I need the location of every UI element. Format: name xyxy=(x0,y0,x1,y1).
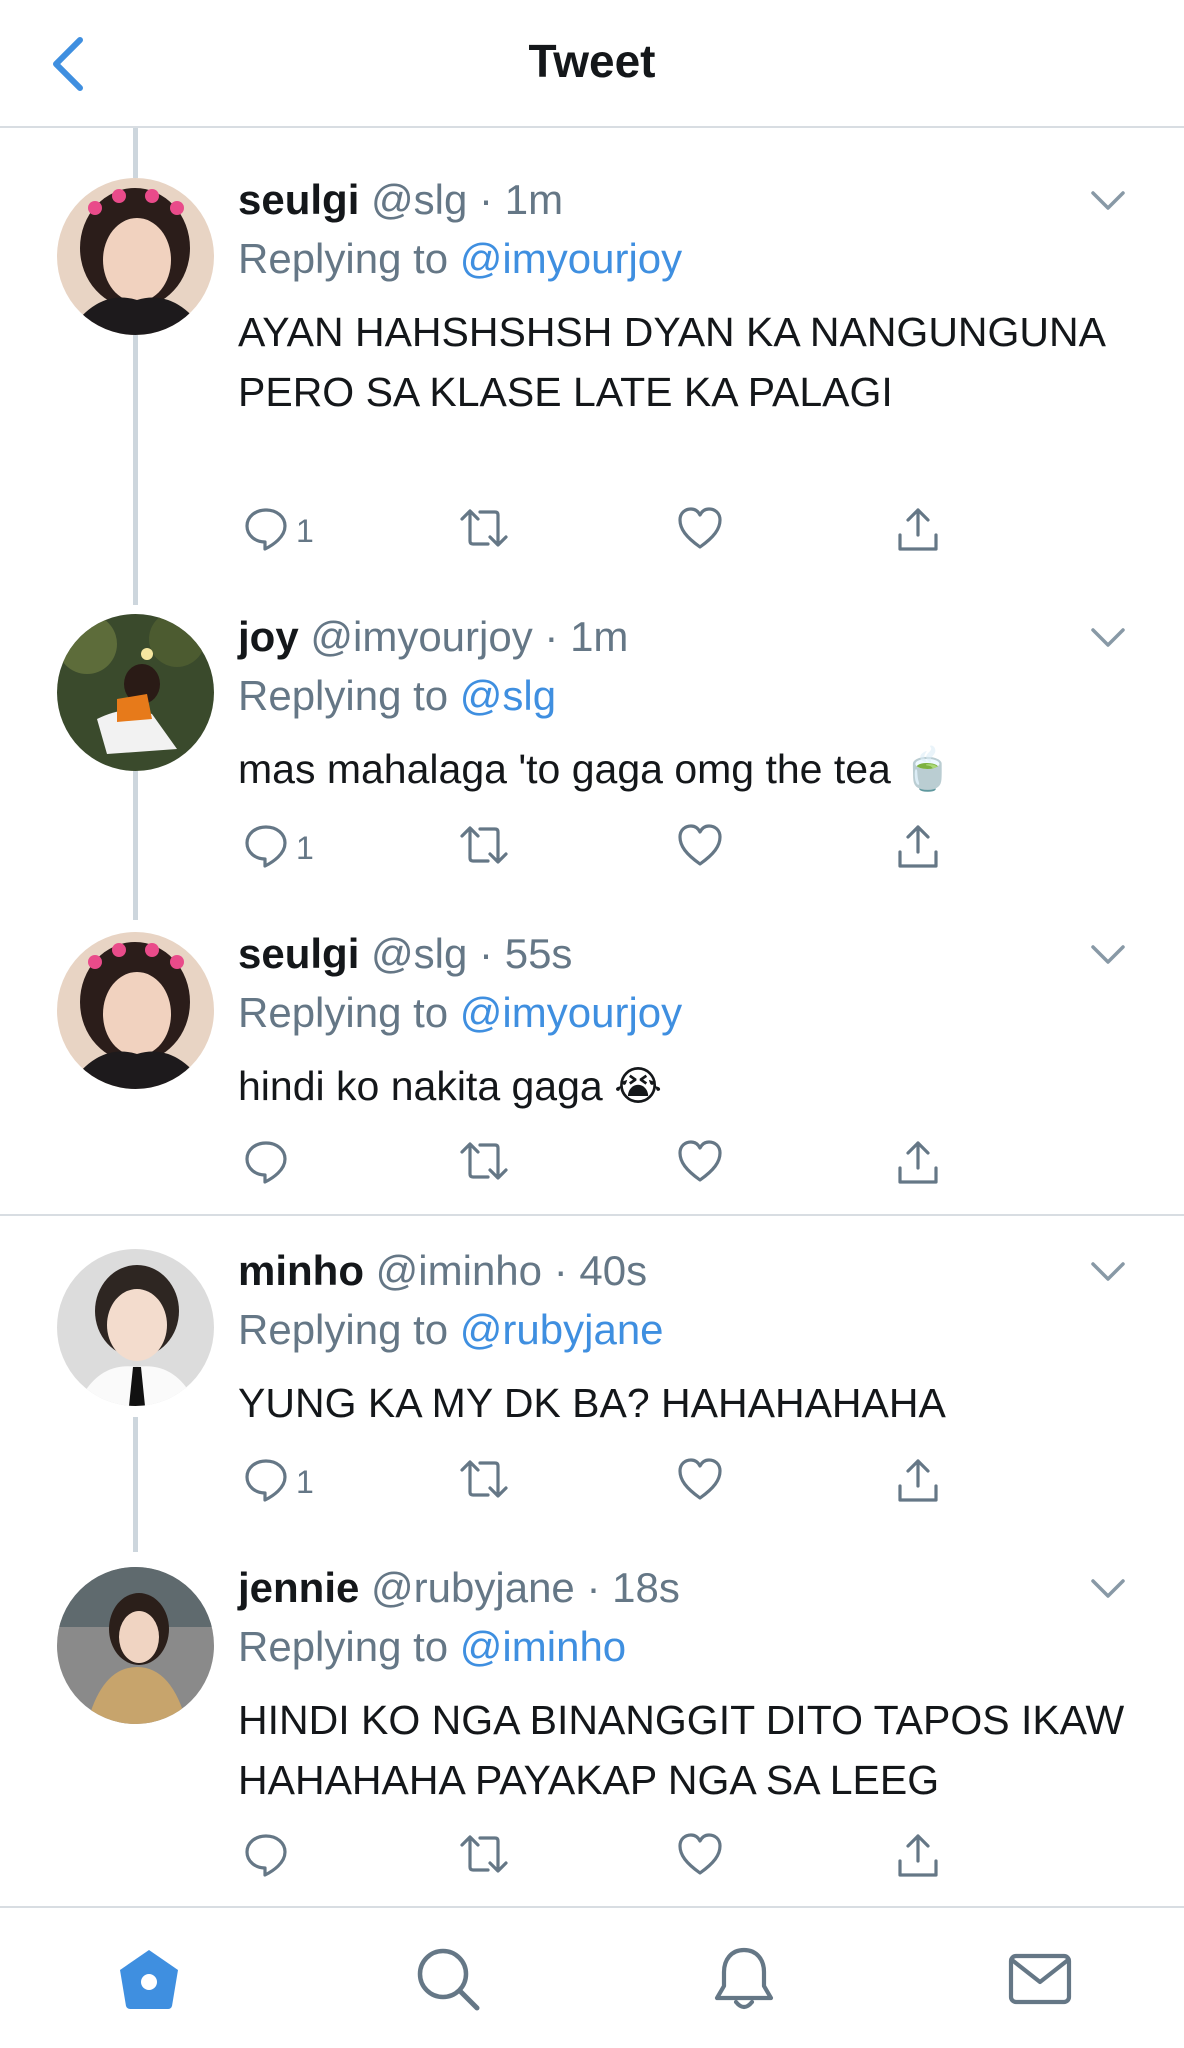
separator: · xyxy=(544,613,559,660)
chevron-down-icon[interactable] xyxy=(1090,1578,1126,1600)
tweet-header: seulgi @slg · 55s xyxy=(238,929,572,979)
thread-divider xyxy=(0,1214,1184,1216)
replying-to-line: Replying to @imyourjoy xyxy=(238,234,682,284)
tweet-header: joy @imyourjoy · 1m xyxy=(238,612,628,662)
tweet-text: HINDI KO NGA BINANGGIT DITO TAPOS IKAW H… xyxy=(238,1697,1125,1803)
retweet-icon[interactable] xyxy=(456,1456,512,1506)
heart-icon[interactable] xyxy=(676,822,724,872)
reply-count: 1 xyxy=(296,830,314,866)
heart-icon[interactable] xyxy=(676,1831,724,1881)
bottom-tab-bar xyxy=(0,1906,1184,2048)
retweet-icon[interactable] xyxy=(456,1138,512,1188)
page-title: Tweet xyxy=(528,35,656,87)
mention-link[interactable]: @iminho xyxy=(460,1623,626,1670)
chevron-down-icon[interactable] xyxy=(1090,627,1126,649)
avatar[interactable] xyxy=(57,178,214,335)
display-name[interactable]: jennie xyxy=(238,1564,359,1611)
heart-icon[interactable] xyxy=(676,1456,724,1506)
avatar[interactable] xyxy=(57,932,214,1089)
chevron-down-icon[interactable] xyxy=(1090,1261,1126,1283)
share-icon[interactable] xyxy=(894,505,942,555)
top-bar: Tweet xyxy=(0,0,1184,128)
avatar[interactable] xyxy=(57,1567,214,1724)
tweet-text: mas mahalaga 'to gaga omg the tea 🍵 xyxy=(238,746,954,792)
display-name[interactable]: joy xyxy=(238,613,299,660)
tweet-header: jennie @rubyjane · 18s xyxy=(238,1563,680,1613)
retweet-icon[interactable] xyxy=(456,822,512,872)
search-icon[interactable] xyxy=(413,1944,483,2014)
share-icon[interactable] xyxy=(894,1456,942,1506)
heart-icon[interactable] xyxy=(676,505,724,555)
reply-icon[interactable] xyxy=(243,1831,289,1881)
replying-to-line: Replying to @iminho xyxy=(238,1622,626,1672)
tweet-header: minho @iminho · 40s xyxy=(238,1246,647,1296)
avatar[interactable] xyxy=(57,1249,214,1406)
share-icon[interactable] xyxy=(894,1138,942,1188)
mention-link[interactable]: @rubyjane xyxy=(460,1306,664,1353)
display-name[interactable]: seulgi xyxy=(238,930,359,977)
mention-link[interactable]: @imyourjoy xyxy=(460,235,682,282)
user-handle[interactable]: @slg xyxy=(371,176,467,223)
thread-line xyxy=(133,335,138,605)
reply-icon[interactable] xyxy=(243,1456,289,1506)
tweet-actions: 1 xyxy=(238,1456,998,1506)
retweet-icon[interactable] xyxy=(456,505,512,555)
separator: · xyxy=(479,176,494,223)
reply-count: 1 xyxy=(296,1464,314,1500)
replying-label: Replying to xyxy=(238,989,449,1036)
mention-link[interactable]: @imyourjoy xyxy=(460,989,682,1036)
timestamp: 1m xyxy=(570,613,629,660)
tweet-header: seulgi @slg · 1m xyxy=(238,175,563,225)
timestamp: 40s xyxy=(579,1247,648,1294)
tweet-actions xyxy=(238,1831,998,1881)
replying-to-line: Replying to @imyourjoy xyxy=(238,988,682,1038)
thread-line xyxy=(133,128,138,178)
mention-link[interactable]: @slg xyxy=(460,672,556,719)
thread-line xyxy=(133,1417,138,1552)
user-handle[interactable]: @iminho xyxy=(376,1247,542,1294)
replying-to-line: Replying to @slg xyxy=(238,671,556,721)
tweet-text: AYAN HAHSHSHSH DYAN KA NANGUNGUNA PERO S… xyxy=(238,309,1104,415)
timestamp: 55s xyxy=(504,930,573,977)
heart-icon[interactable] xyxy=(676,1138,724,1188)
separator: · xyxy=(553,1247,568,1294)
replying-label: Replying to xyxy=(238,1623,449,1670)
reply-icon[interactable] xyxy=(243,822,289,872)
tweet-actions: 1 xyxy=(238,822,998,872)
tweet-actions xyxy=(238,1138,998,1188)
user-handle[interactable]: @slg xyxy=(371,930,467,977)
display-name[interactable]: minho xyxy=(238,1247,364,1294)
reply-count: 1 xyxy=(296,513,314,549)
user-handle[interactable]: @imyourjoy xyxy=(310,613,532,660)
chevron-down-icon[interactable] xyxy=(1090,944,1126,966)
replying-label: Replying to xyxy=(238,1306,449,1353)
user-handle[interactable]: @rubyjane xyxy=(371,1564,575,1611)
replying-to-line: Replying to @rubyjane xyxy=(238,1305,664,1355)
replying-label: Replying to xyxy=(238,672,449,719)
separator: · xyxy=(586,1564,601,1611)
tweet-actions: 1 xyxy=(238,505,998,555)
timestamp: 18s xyxy=(612,1564,680,1611)
avatar[interactable] xyxy=(57,614,214,771)
replying-label: Replying to xyxy=(238,235,449,282)
tweet-thread-screen: Tweet seulgi @slg · 1m Replying to @imyo… xyxy=(0,0,1184,2048)
separator: · xyxy=(479,930,494,977)
home-icon[interactable] xyxy=(114,1944,184,2014)
thread-line xyxy=(133,770,138,920)
chevron-down-icon[interactable] xyxy=(1090,190,1126,212)
share-icon[interactable] xyxy=(894,822,942,872)
display-name[interactable]: seulgi xyxy=(238,176,359,223)
mail-icon[interactable] xyxy=(1005,1944,1075,2014)
bell-icon[interactable] xyxy=(709,1944,779,2014)
timestamp: 1m xyxy=(504,176,564,223)
reply-icon[interactable] xyxy=(243,1138,289,1188)
retweet-icon[interactable] xyxy=(456,1831,512,1881)
tweet-text: hindi ko nakita gaga 😭 xyxy=(238,1063,663,1109)
tweet-text: YUNG KA MY DK BA? HAHAHAHAHA xyxy=(238,1380,946,1426)
reply-icon[interactable] xyxy=(243,505,289,555)
share-icon[interactable] xyxy=(894,1831,942,1881)
